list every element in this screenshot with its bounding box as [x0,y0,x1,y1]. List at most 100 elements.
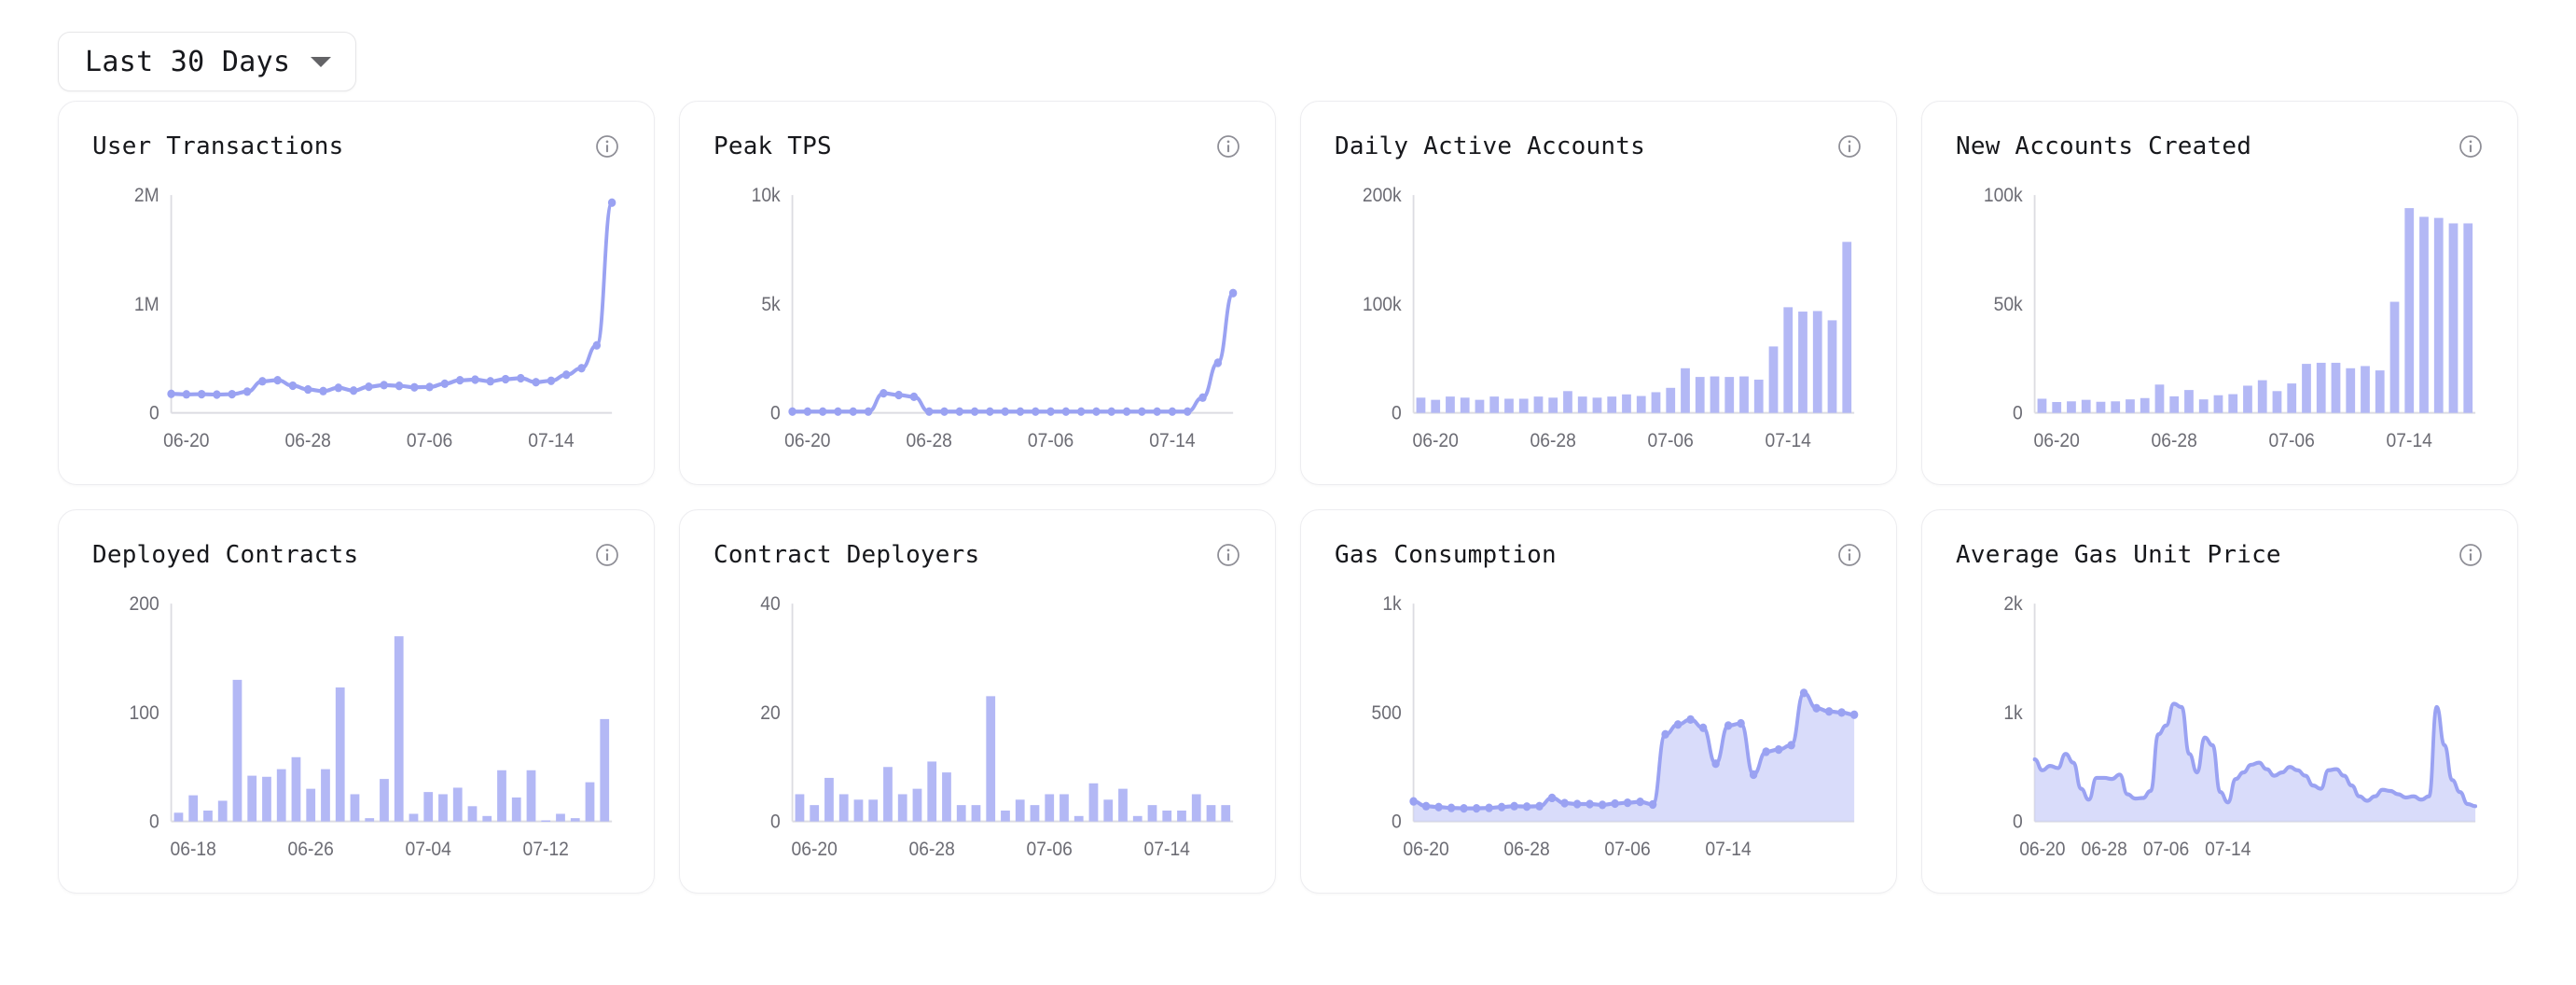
svg-text:0: 0 [1392,403,1402,424]
chevron-down-icon [311,57,331,67]
svg-text:07-14: 07-14 [1766,430,1811,451]
svg-text:0: 0 [149,812,159,833]
svg-text:2M: 2M [134,185,159,206]
info-icon[interactable] [1836,133,1863,160]
svg-text:0: 0 [149,403,159,424]
svg-text:07-14: 07-14 [1144,839,1190,860]
card-title: Contract Deployers [713,542,979,569]
svg-text:1k: 1k [2003,702,2023,724]
chart-card-gas-consumption: Gas Consumption 0 500 1k 06-20 06-28 07-06 07-1… [1300,509,1897,894]
svg-text:06-28: 06-28 [2152,430,2197,451]
svg-text:07-06: 07-06 [1604,839,1650,860]
svg-text:10k: 10k [752,185,782,206]
chart-contract-deployers[interactable]: 0 20 40 06-20 06-28 07-06 07-14 [713,589,1245,870]
svg-text:07-06: 07-06 [2143,839,2189,860]
chart-card-user-transactions: User Transactions01M2M06-2006-2807-0607-… [58,101,655,485]
svg-text:0: 0 [2013,403,2023,424]
svg-text:100k: 100k [1363,294,1403,315]
svg-text:06-28: 06-28 [2082,839,2127,860]
card-title: Peak TPS [713,133,832,160]
svg-text:5k: 5k [761,294,781,315]
svg-text:06-20: 06-20 [1413,430,1459,451]
svg-text:40: 40 [760,593,780,615]
svg-text:06-26: 06-26 [288,839,334,860]
svg-text:06-20: 06-20 [1403,839,1448,860]
info-icon[interactable] [1215,133,1241,160]
chart-daily-active-accounts[interactable]: 0 100k 200k 06-20 06-28 07-06 07-14 [1335,180,1866,462]
svg-text:200: 200 [130,593,159,615]
chart-gas-consumption[interactable]: 0 500 1k 06-20 06-28 07-06 07-14 [1335,589,1866,870]
toolbar: Last 30 Days [0,0,2576,101]
chart-card-peak-tps: Peak TPS 0 5k 10k 06-20 06-28 07-06 07-14 [679,101,1276,485]
date-range-select[interactable]: Last 30 Days [58,32,356,91]
svg-text:06-20: 06-20 [2019,839,2065,860]
svg-text:2k: 2k [2003,593,2023,615]
svg-text:0: 0 [770,403,781,424]
svg-text:07-14: 07-14 [1705,839,1751,860]
svg-text:06-20: 06-20 [784,430,830,451]
chart-user-transactions[interactable]: 01M2M06-2006-2807-0607-14 [92,180,624,462]
chart-card-daily-active-accounts: Daily Active Accounts 0 100k 200k 06-20 06-28… [1300,101,1897,485]
svg-text:1k: 1k [1382,593,1402,615]
analytics-dashboard: Last 30 Days User Transactions 0 1M 2M 06-20… [0,0,2576,985]
card-header: Daily Active Accounts [1335,133,1866,174]
card-header: Average Gas Unit Price [1956,542,2487,583]
svg-text:06-18: 06-18 [171,839,216,860]
info-icon[interactable] [594,133,620,160]
svg-text:06-28: 06-28 [1530,430,1576,451]
svg-text:06-28: 06-28 [907,430,952,451]
svg-text:100: 100 [130,702,159,724]
card-header: User Transactions [92,133,624,174]
chart-card-deployed-contracts: Deployed Contracts 0 100 200 06-18 06-26 07-04… [58,509,655,894]
card-header: Gas Consumption [1335,542,1866,583]
card-title: Gas Consumption [1335,542,1557,569]
svg-text:07-14: 07-14 [2205,839,2251,860]
chart-peak-tps[interactable]: 0 5k 10k 06-20 06-28 07-06 07-14 [713,180,1245,462]
svg-text:100k: 100k [1984,185,2024,206]
chart-new-accounts-created[interactable]: 0 50k 100k 06-20 06-28 07-06 07-14 [1956,180,2487,462]
svg-text:200k: 200k [1363,185,1403,206]
svg-text:07-12: 07-12 [523,839,569,860]
chart-card-average-gas-unit-price: Average Gas Unit Price 0 1k 2k 06-20 06-28 07-… [1921,509,2518,894]
card-header: New Accounts Created [1956,133,2487,174]
svg-text:07-06: 07-06 [407,430,452,451]
svg-text:06-20: 06-20 [792,839,838,860]
card-title: New Accounts Created [1956,133,2251,160]
svg-text:50k: 50k [1994,294,2024,315]
info-icon[interactable] [1836,542,1863,568]
svg-text:0: 0 [770,812,781,833]
card-header: Deployed Contracts [92,542,624,583]
svg-text:07-06: 07-06 [1648,430,1694,451]
chart-deployed-contracts[interactable]: 0 100 200 06-18 06-26 07-04 07-12 [92,589,624,870]
info-icon[interactable] [594,542,620,568]
svg-text:07-06: 07-06 [1028,430,1073,451]
card-title: User Transactions [92,133,344,160]
svg-text:06-20: 06-20 [163,430,209,451]
svg-text:500: 500 [1372,702,1402,724]
info-icon[interactable] [2458,133,2484,160]
svg-text:0: 0 [1392,812,1402,833]
chart-card-contract-deployers: Contract Deployers 0 20 40 06-20 06-28 07-06 07… [679,509,1276,894]
svg-text:07-06: 07-06 [2269,430,2315,451]
chart-card-new-accounts-created: New Accounts Created 0 50k 100k 06-20 06-28 07… [1921,101,2518,485]
svg-text:0: 0 [2013,812,2023,833]
card-title: Deployed Contracts [92,542,358,569]
svg-text:07-14: 07-14 [1149,430,1195,451]
card-title: Daily Active Accounts [1335,133,1645,160]
svg-text:20: 20 [760,702,780,724]
info-icon[interactable] [1215,542,1241,568]
svg-text:07-14: 07-14 [528,430,574,451]
info-icon[interactable] [2458,542,2484,568]
svg-text:06-28: 06-28 [909,839,955,860]
chart-average-gas-unit-price[interactable]: 0 1k 2k 06-20 06-28 07-06 07-14 [1956,589,2487,870]
card-title: Average Gas Unit Price [1956,542,2281,569]
card-header: Peak TPS [713,133,1245,174]
svg-text:07-06: 07-06 [1027,839,1073,860]
date-range-label: Last 30 Days [85,46,290,78]
svg-text:06-28: 06-28 [1503,839,1549,860]
svg-text:06-20: 06-20 [2034,430,2080,451]
svg-text:07-14: 07-14 [2387,430,2432,451]
svg-text:07-04: 07-04 [406,839,451,860]
chart-card-grid: User Transactions 0 1M 2M 06-20 06-28 07-06 07-… [0,101,2576,894]
svg-text:1M: 1M [134,294,159,315]
